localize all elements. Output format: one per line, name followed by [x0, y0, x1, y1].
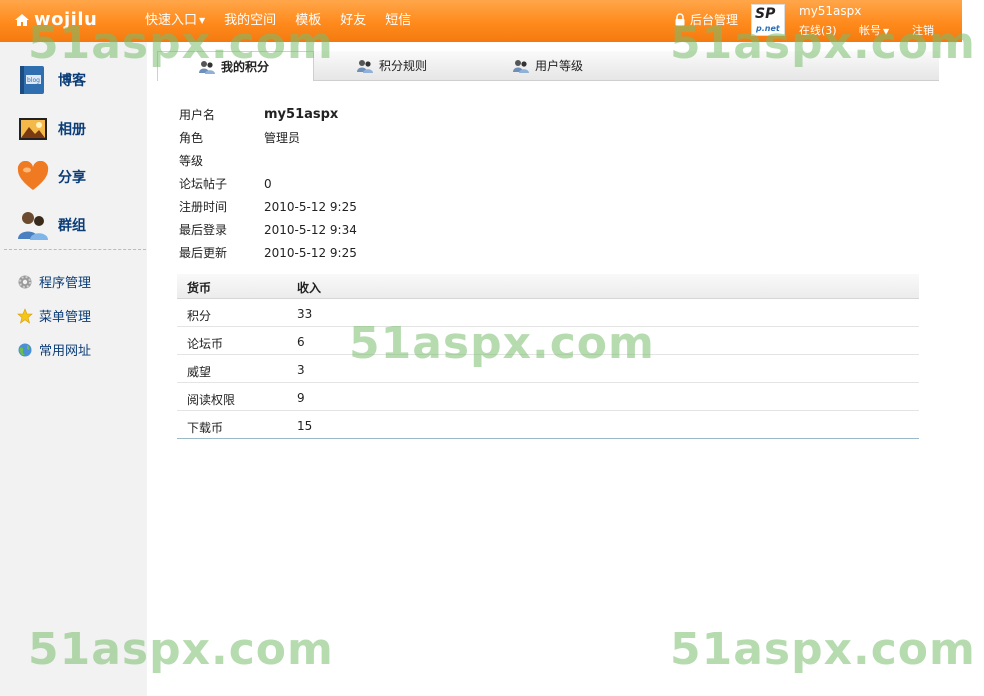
nav-quick-entry[interactable]: 快速入口 ▼	[145, 9, 205, 28]
cell-currency: 威望	[187, 365, 212, 379]
admin-link[interactable]: 后台管理	[674, 11, 738, 28]
logo-text: wojilu	[34, 9, 98, 30]
users-icon	[199, 60, 215, 74]
value-forum-posts: 0	[264, 177, 272, 191]
cell-income: 33	[297, 307, 313, 321]
sidebar-item-blog[interactable]: blog 博客	[17, 64, 86, 96]
top-nav: 快速入口 ▼ 我的空间 模板 好友 短信	[145, 9, 411, 28]
account-menu[interactable]: 帐号 ▼	[859, 22, 889, 38]
column-header-income: 收入	[297, 281, 322, 295]
currency-table: 货币 收入 积分 33 论坛币 6 威望 3 阅读权限 9 下载币 15	[177, 274, 919, 439]
sidebar-item-photo-album[interactable]: 相册	[17, 113, 86, 145]
watermark: 51aspx.com	[670, 624, 976, 675]
value-last-update: 2010-5-12 9:25	[264, 246, 357, 260]
nav-friends[interactable]: 好友	[340, 9, 366, 28]
users-icon	[513, 59, 529, 73]
avatar[interactable]: SP p.net	[751, 4, 785, 36]
nav-my-space[interactable]: 我的空间	[224, 9, 276, 28]
heart-icon	[17, 161, 49, 190]
sidebar-item-menu-manage[interactable]: 菜单管理	[17, 306, 91, 325]
cell-currency: 积分	[187, 309, 212, 323]
cell-income: 9	[297, 391, 305, 405]
chevron-down-icon: ▼	[883, 26, 890, 36]
sidebar-item-share[interactable]: 分享	[17, 161, 86, 193]
table-row: 威望 3	[177, 355, 919, 383]
tab-user-levels[interactable]: 用户等级	[513, 51, 583, 80]
cell-income: 6	[297, 335, 305, 349]
label-level: 等级	[179, 154, 204, 168]
top-bar: wojilu 快速入口 ▼ 我的空间 模板 好友 短信 后台管理 SP p.net…	[0, 0, 962, 42]
sidebar-divider	[4, 249, 146, 250]
home-icon	[15, 13, 29, 26]
site-logo[interactable]: wojilu	[14, 9, 97, 30]
label-forum-posts: 论坛帖子	[179, 177, 228, 191]
admin-label: 后台管理	[690, 13, 739, 27]
cell-currency: 论坛币	[187, 337, 224, 351]
value-last-login: 2010-5-12 9:34	[264, 223, 357, 237]
sidebar-item-favorite-urls[interactable]: 常用网址	[17, 340, 91, 359]
tab-points-rules[interactable]: 积分规则	[357, 51, 427, 80]
cell-income: 15	[297, 419, 313, 433]
sidebar: blog 博客 相册 分享 群组 程序管理 菜单管理 常用网址	[0, 42, 147, 696]
online-count[interactable]: 在线(3)	[799, 22, 837, 38]
label-register-time: 注册时间	[179, 200, 228, 214]
table-row: 下载币 15	[177, 411, 919, 439]
value-register-time: 2010-5-12 9:25	[264, 200, 357, 214]
photo-album-icon	[19, 118, 47, 140]
cell-income: 3	[297, 363, 305, 377]
cell-currency: 下载币	[187, 421, 224, 435]
label-last-login: 最后登录	[179, 223, 228, 237]
cell-currency: 阅读权限	[187, 393, 236, 407]
group-icon	[18, 212, 48, 240]
chevron-down-icon: ▼	[199, 16, 206, 25]
label-role: 角色	[179, 131, 204, 145]
value-username: my51aspx	[264, 107, 339, 122]
svg-text:blog: blog	[27, 77, 40, 84]
column-header-currency: 货币	[187, 281, 212, 295]
users-icon	[357, 59, 373, 73]
table-row: 阅读权限 9	[177, 383, 919, 411]
nav-messages[interactable]: 短信	[385, 9, 411, 28]
username[interactable]: my51aspx	[799, 4, 861, 18]
tab-bar: 我的积分 积分规则 用户等级	[157, 51, 939, 81]
sidebar-item-program-manage[interactable]: 程序管理	[17, 272, 91, 291]
sidebar-item-groups[interactable]: 群组	[17, 209, 86, 241]
label-username: 用户名	[179, 108, 216, 122]
table-row: 积分 33	[177, 299, 919, 327]
blog-icon: blog	[20, 66, 44, 94]
star-icon	[17, 307, 33, 324]
label-last-update: 最后更新	[179, 246, 228, 260]
table-row: 论坛币 6	[177, 327, 919, 355]
gear-icon	[18, 275, 32, 288]
logout-link[interactable]: 注销	[912, 22, 934, 38]
value-role: 管理员	[264, 131, 301, 145]
globe-icon	[18, 343, 32, 356]
nav-templates[interactable]: 模板	[295, 9, 321, 28]
lock-icon	[675, 13, 685, 26]
tab-my-points[interactable]: 我的积分	[157, 51, 314, 81]
table-header: 货币 收入	[177, 274, 919, 299]
